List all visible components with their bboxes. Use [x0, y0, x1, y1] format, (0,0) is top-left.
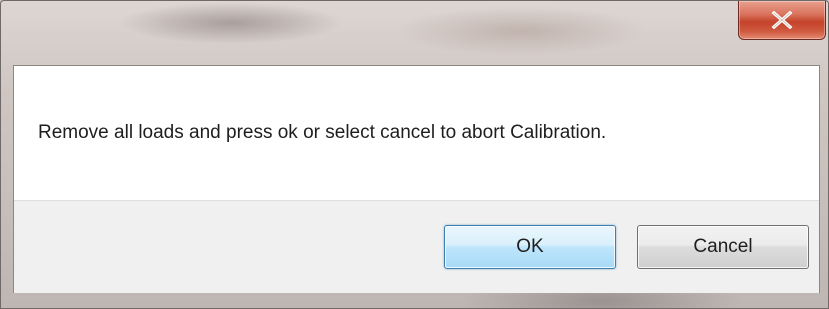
- button-bar: OK Cancel: [14, 200, 819, 293]
- dialog-message: Remove all loads and press ok or select …: [38, 122, 607, 143]
- dialog-window: Remove all loads and press ok or select …: [0, 0, 829, 309]
- cancel-button[interactable]: Cancel: [637, 225, 809, 269]
- close-button[interactable]: [738, 1, 826, 40]
- ok-button[interactable]: OK: [444, 225, 616, 269]
- close-x-icon: [771, 11, 793, 29]
- dialog-content: Remove all loads and press ok or select …: [13, 65, 820, 293]
- title-bar[interactable]: [1, 1, 828, 65]
